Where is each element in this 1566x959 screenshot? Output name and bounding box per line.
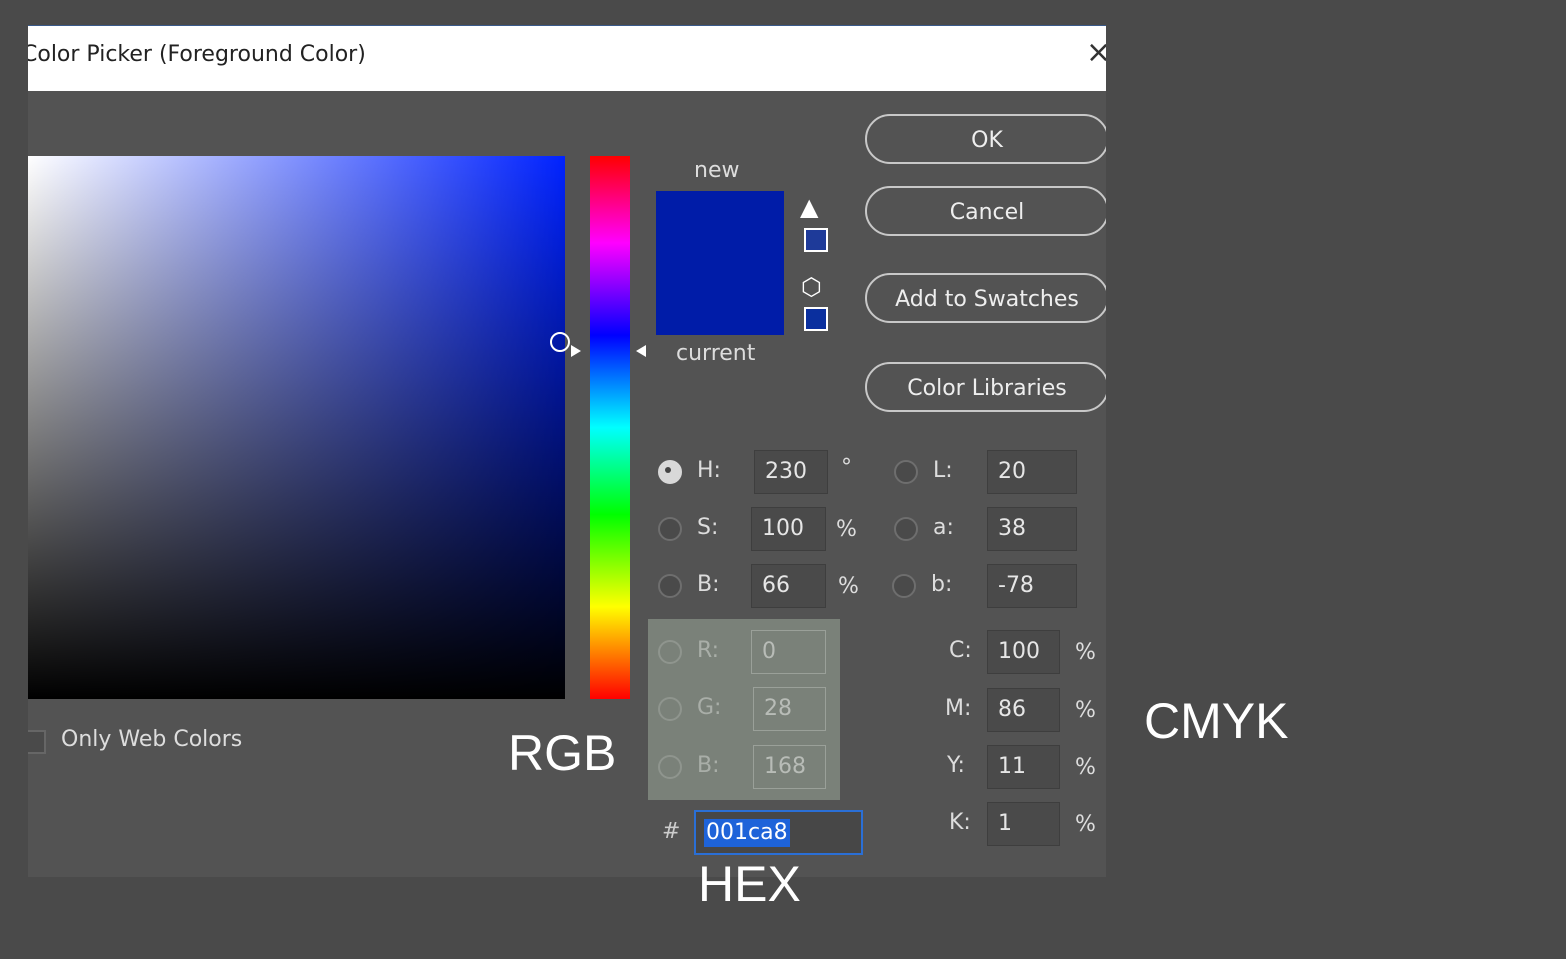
rgb-highlight-box: R: 0 G: 28 B: 168 — [648, 619, 840, 800]
hue-slider-right-arrow-icon[interactable] — [636, 345, 646, 357]
magenta-input[interactable]: 86 — [987, 688, 1060, 732]
hex-value-selected: 001ca8 — [704, 819, 790, 847]
cyan-unit: % — [1075, 640, 1096, 665]
brightness-label: B: — [697, 572, 720, 597]
blue-input[interactable]: 168 — [753, 745, 826, 789]
lab-a-label: a: — [933, 515, 954, 540]
lab-a-radio[interactable] — [894, 517, 918, 541]
warning-icon[interactable]: ▲ — [800, 195, 818, 219]
lab-b-label: b: — [931, 572, 953, 597]
saturation-label: S: — [697, 515, 719, 540]
hue-input[interactable]: 230 — [754, 450, 828, 494]
hue-radio[interactable] — [658, 460, 682, 484]
web-safe-swatch[interactable] — [804, 307, 828, 331]
magenta-label: M: — [945, 696, 972, 721]
saturation-input[interactable]: 100 — [751, 507, 826, 551]
lab-b-input[interactable]: -78 — [987, 564, 1077, 608]
hue-label: H: — [697, 458, 721, 483]
brightness-radio[interactable] — [658, 574, 682, 598]
red-radio[interactable] — [658, 640, 682, 664]
yellow-unit: % — [1075, 755, 1096, 780]
brightness-unit: % — [838, 574, 859, 599]
close-icon[interactable]: × — [1086, 38, 1106, 68]
add-to-swatches-button[interactable]: Add to Swatches — [865, 273, 1106, 323]
red-label: R: — [697, 638, 720, 663]
black-input[interactable]: 1 — [987, 802, 1060, 846]
cmyk-annotation: CMYK — [1144, 693, 1289, 749]
yellow-label: Y: — [947, 753, 965, 778]
magenta-unit: % — [1075, 698, 1096, 723]
color-field[interactable] — [28, 156, 565, 699]
new-current-color-swatch[interactable] — [656, 191, 784, 335]
cube-icon[interactable]: ⬡ — [801, 275, 822, 299]
yellow-input[interactable]: 11 — [987, 745, 1060, 789]
saturation-radio[interactable] — [658, 517, 682, 541]
green-label: G: — [697, 695, 722, 720]
red-input[interactable]: 0 — [751, 630, 826, 674]
ok-button[interactable]: OK — [865, 114, 1106, 164]
hue-slider-left-arrow-icon[interactable] — [571, 345, 581, 357]
black-unit: % — [1075, 812, 1096, 837]
only-web-colors-checkbox[interactable] — [28, 730, 46, 754]
cancel-button[interactable]: Cancel — [865, 186, 1106, 236]
only-web-colors-label: Only Web Colors — [61, 727, 243, 752]
lab-l-radio[interactable] — [894, 460, 918, 484]
color-field-picker-ring[interactable] — [550, 332, 570, 352]
dialog-title: Color Picker (Foreground Color) — [28, 42, 366, 67]
color-libraries-button[interactable]: Color Libraries — [865, 362, 1106, 412]
lab-a-input[interactable]: 38 — [987, 507, 1077, 551]
green-input[interactable]: 28 — [753, 687, 826, 731]
lab-l-input[interactable]: 20 — [987, 450, 1077, 494]
current-color-label: current — [676, 341, 756, 366]
cyan-label: C: — [949, 638, 972, 663]
saturation-unit: % — [836, 517, 857, 542]
title-bar: Color Picker (Foreground Color) × — [28, 25, 1106, 91]
hue-slider[interactable] — [590, 156, 630, 699]
brightness-input[interactable]: 66 — [751, 564, 826, 608]
cyan-input[interactable]: 100 — [987, 630, 1060, 674]
rgb-annotation: RGB — [508, 725, 617, 781]
black-label: K: — [949, 810, 971, 835]
blue-label: B: — [697, 753, 720, 778]
hex-hash-label: # — [662, 819, 681, 844]
gamut-warning-swatch[interactable] — [804, 228, 828, 252]
lab-b-radio[interactable] — [892, 574, 916, 598]
green-radio[interactable] — [658, 697, 682, 721]
hex-annotation: HEX — [698, 856, 801, 912]
blue-radio[interactable] — [658, 755, 682, 779]
hex-input[interactable]: 001ca8 — [694, 810, 863, 855]
hue-unit: ° — [841, 455, 852, 480]
lab-l-label: L: — [933, 458, 953, 483]
new-color-label: new — [694, 158, 740, 183]
